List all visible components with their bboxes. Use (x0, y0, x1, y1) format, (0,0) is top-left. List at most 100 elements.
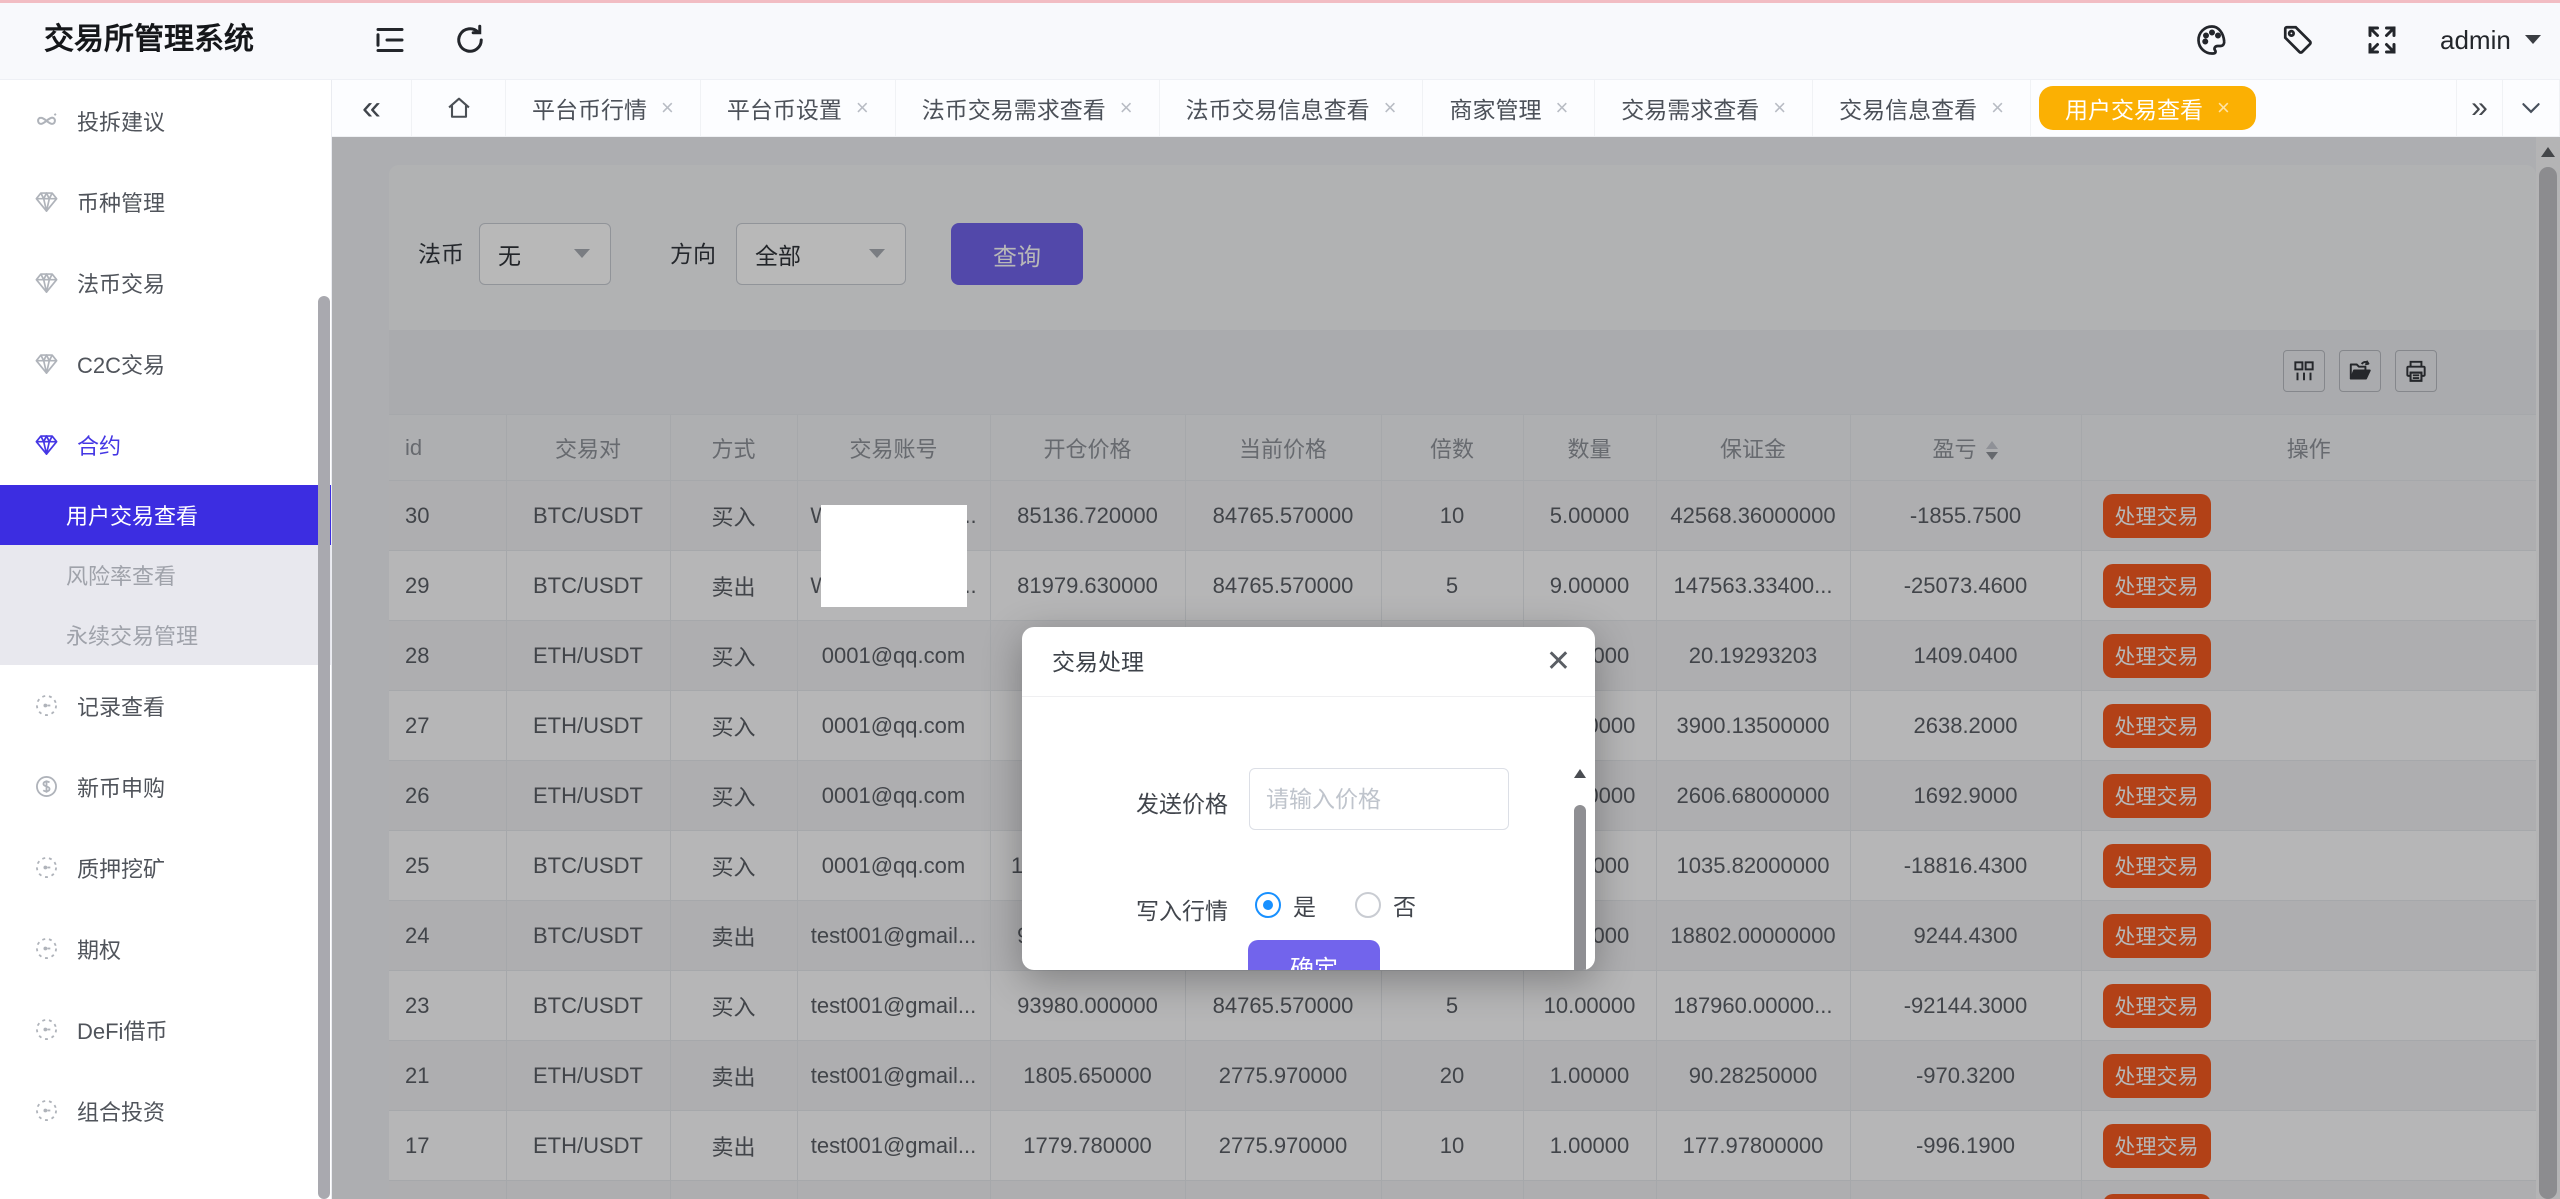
sidebar-item-2[interactable]: 币种管理 (0, 161, 331, 242)
radio-circle-icon (1355, 892, 1381, 918)
sidebar-item-label: 新币申购 (77, 771, 165, 803)
sidebar-subitem-label: 风险率查看 (66, 559, 176, 591)
scrollbar-thumb[interactable] (1574, 805, 1586, 970)
tab-4[interactable]: 法币交易信息查看 × (1160, 80, 1424, 136)
tab-5[interactable]: 商家管理 × (1423, 80, 1595, 136)
sidebar-item-10[interactable]: DeFi借币 (0, 989, 331, 1070)
tabbar-spacer (2264, 80, 2456, 136)
tab-label: 平台币行情 (532, 91, 647, 125)
radio-yes-label: 是 (1293, 888, 1316, 922)
sidebar-item-9[interactable]: 期权 (0, 908, 331, 989)
top-header: 交易所管理系统 admin (0, 0, 2560, 80)
tab-close-icon[interactable]: × (1120, 97, 1133, 119)
tab-label: 用户交易查看 (2065, 91, 2203, 125)
modal-header: 交易处理 ✕ (1022, 627, 1595, 697)
app-screen: 交易所管理系统 admin 投拆建议币种管理法币交易C2C交易合约用户交易查看风… (0, 0, 2560, 1199)
sidebar-collapse-icon[interactable] (372, 22, 408, 58)
price-input[interactable] (1249, 768, 1509, 830)
tabs-scroll-left-icon[interactable]: « (332, 80, 412, 136)
tab-close-icon[interactable]: × (661, 97, 674, 119)
tab-label: 商家管理 (1449, 91, 1541, 125)
tabs-scroll-right-icon[interactable]: » (2456, 80, 2502, 136)
sidebar-item-5[interactable]: 合约 (0, 404, 331, 485)
tag-icon[interactable] (2280, 22, 2316, 58)
user-name: admin (2440, 25, 2511, 56)
dashed-circle-icon (33, 854, 60, 881)
tab-close-icon[interactable]: × (1555, 97, 1568, 119)
radio-yes[interactable]: 是 (1255, 888, 1316, 922)
sidebar: 投拆建议币种管理法币交易 C2C交易合约用户交易查看风险率查看永续交易管理记录查看… (0, 80, 332, 1199)
tab-close-icon[interactable]: × (856, 97, 869, 119)
confirm-button[interactable]: 确定 (1248, 940, 1380, 970)
infinity-icon (33, 107, 60, 134)
sidebar-item-label: 组合投资 (77, 1095, 165, 1127)
tab-label: 法币交易信息查看 (1186, 91, 1370, 125)
dashed-circle-icon (33, 1097, 60, 1124)
sidebar-subitem-2[interactable]: 风险率查看 (0, 545, 331, 605)
tab-label: 交易信息查看 (1839, 91, 1977, 125)
modal-title: 交易处理 (1052, 627, 1144, 697)
tab-8[interactable]: 用户交易查看 × (2039, 86, 2256, 130)
write-quote-label: 写入行情 (1022, 892, 1228, 926)
close-icon[interactable]: ✕ (1546, 647, 1571, 677)
sidebar-scrollbar[interactable] (318, 296, 330, 1199)
sidebar-item-label: 投拆建议 (77, 105, 165, 137)
radio-no-label: 否 (1393, 888, 1416, 922)
price-label: 发送价格 (1022, 785, 1228, 819)
sidebar-item-8[interactable]: 质押挖矿 (0, 827, 331, 908)
sidebar-item-label: 期权 (77, 933, 121, 965)
sidebar-submenu: 用户交易查看风险率查看永续交易管理 (0, 485, 331, 665)
scroll-up-icon[interactable] (1574, 769, 1586, 778)
tab-close-icon[interactable]: × (1773, 97, 1786, 119)
tab-label: 交易需求查看 (1621, 91, 1759, 125)
gem-icon (33, 188, 60, 215)
modal-scrollbar[interactable] (1573, 773, 1587, 967)
tab-7[interactable]: 交易信息查看 × (1813, 80, 2031, 136)
tab-close-icon[interactable]: × (2217, 97, 2230, 119)
sidebar-item-label: 币种管理 (77, 186, 165, 218)
tab-1[interactable]: 平台币行情 × (506, 80, 701, 136)
tabbar: « 平台币行情×平台币设置×法币交易需求查看×法币交易信息查看×商家管理×交易需… (332, 80, 2560, 137)
sidebar-item-label: 法币交易 (77, 267, 165, 299)
sidebar-item-6[interactable]: 记录查看 (0, 665, 331, 746)
gem-icon (33, 350, 60, 377)
dollar-circle-icon (33, 773, 60, 800)
sidebar-item-3[interactable]: 法币交易 (0, 242, 331, 323)
palette-icon[interactable] (2194, 22, 2230, 58)
dashed-circle-icon (33, 935, 60, 962)
sidebar-item-1[interactable]: 投拆建议 (0, 80, 331, 161)
sidebar-item-label: DeFi借币 (77, 1014, 167, 1046)
tab-label: 法币交易需求查看 (922, 91, 1106, 125)
radio-no[interactable]: 否 (1355, 888, 1416, 922)
sidebar-subitem-3[interactable]: 永续交易管理 (0, 605, 331, 665)
sidebar-subitem-1[interactable]: 用户交易查看 (0, 485, 331, 545)
tabs-menu-icon[interactable] (2502, 80, 2560, 136)
tab-close-icon[interactable]: × (1384, 97, 1397, 119)
sidebar-item-4[interactable]: C2C交易 (0, 323, 331, 404)
tab-3[interactable]: 法币交易需求查看 × (896, 80, 1160, 136)
app-title: 交易所管理系统 (44, 0, 254, 80)
sidebar-item-7[interactable]: 新币申购 (0, 746, 331, 827)
home-tab-icon[interactable] (412, 80, 506, 136)
user-menu[interactable]: admin (2440, 0, 2543, 80)
refresh-icon[interactable] (452, 22, 488, 58)
sidebar-subitem-label: 用户交易查看 (66, 499, 198, 531)
trade-process-modal: 交易处理 ✕ 发送价格 写入行情 是 否 确定 (1022, 627, 1595, 970)
redaction-box (821, 505, 967, 607)
caret-down-icon (2523, 33, 2543, 47)
tab-list: 平台币行情×平台币设置×法币交易需求查看×法币交易信息查看×商家管理×交易需求查… (506, 80, 2264, 136)
radio-circle-icon (1255, 892, 1281, 918)
sidebar-menu: 投拆建议币种管理法币交易 C2C交易合约用户交易查看风险率查看永续交易管理记录查看… (0, 80, 331, 1151)
tab-close-icon[interactable]: × (1991, 97, 2004, 119)
sidebar-item-label: 合约 (77, 429, 121, 461)
sidebar-item-label: C2C交易 (77, 348, 165, 380)
sidebar-item-11[interactable]: 组合投资 (0, 1070, 331, 1151)
modal-body: 发送价格 写入行情 是 否 确定 (1022, 697, 1595, 970)
tab-6[interactable]: 交易需求查看 × (1595, 80, 1813, 136)
dashed-circle-icon (33, 1016, 60, 1043)
tab-2[interactable]: 平台币设置 × (701, 80, 896, 136)
tab-label: 平台币设置 (727, 91, 842, 125)
fullscreen-icon[interactable] (2364, 22, 2400, 58)
sidebar-subitem-label: 永续交易管理 (66, 619, 198, 651)
dashed-circle-icon (33, 692, 60, 719)
